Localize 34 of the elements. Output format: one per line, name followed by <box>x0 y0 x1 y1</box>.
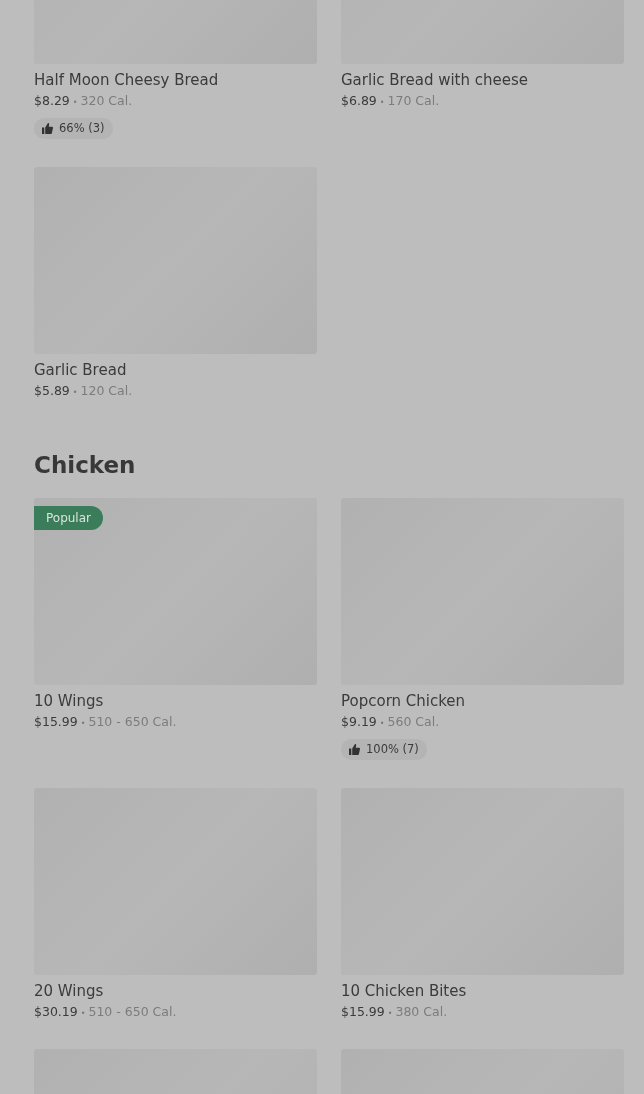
thumbs-up-icon <box>42 123 53 135</box>
item-name: 10 Wings <box>34 690 105 711</box>
item-price: $5.89 <box>34 383 70 399</box>
item-name: 20 Wings <box>34 980 105 1001</box>
item-calories: 380 Cal. <box>395 1003 448 1019</box>
rating-text: 66% (3) <box>59 120 105 137</box>
item-name: Garlic Bread with cheese <box>341 70 530 90</box>
item-calories: 320 Cal. <box>80 93 133 108</box>
item-name: 10 Chicken Bites <box>341 980 468 1001</box>
rating-text: 100% (7) <box>366 740 419 758</box>
item-price: $15.99 <box>34 713 78 729</box>
section-heading: Chicken <box>34 452 137 480</box>
item-price: $30.19 <box>34 1003 78 1019</box>
item-calories: 510 - 650 Cal. <box>88 713 177 729</box>
item-name: Popcorn Chicken <box>341 690 467 711</box>
item-price: $15.99 <box>341 1003 385 1019</box>
item-price: $6.89 <box>341 93 377 108</box>
item-calories: 510 - 650 Cal. <box>88 1003 177 1019</box>
item-calories: 120 Cal. <box>80 383 133 399</box>
item-price: $8.29 <box>34 93 70 108</box>
image-placeholder[interactable] <box>34 497 317 685</box>
separator-dot: • <box>80 1008 86 1018</box>
separator-dot: • <box>379 718 385 728</box>
item-name: Half Moon Cheesy Bread <box>34 70 220 90</box>
thumbs-up-icon <box>349 743 360 755</box>
separator-dot: • <box>80 718 86 728</box>
item-price: $9.19 <box>341 713 377 729</box>
item-calories: 560 Cal. <box>387 713 440 729</box>
separator-dot: • <box>387 1008 393 1018</box>
separator-dot: • <box>379 98 385 107</box>
separator-dot: • <box>72 388 78 398</box>
item-name: Garlic Bread <box>34 360 128 381</box>
separator-dot: • <box>72 98 78 107</box>
item-calories: 170 Cal. <box>387 93 440 108</box>
